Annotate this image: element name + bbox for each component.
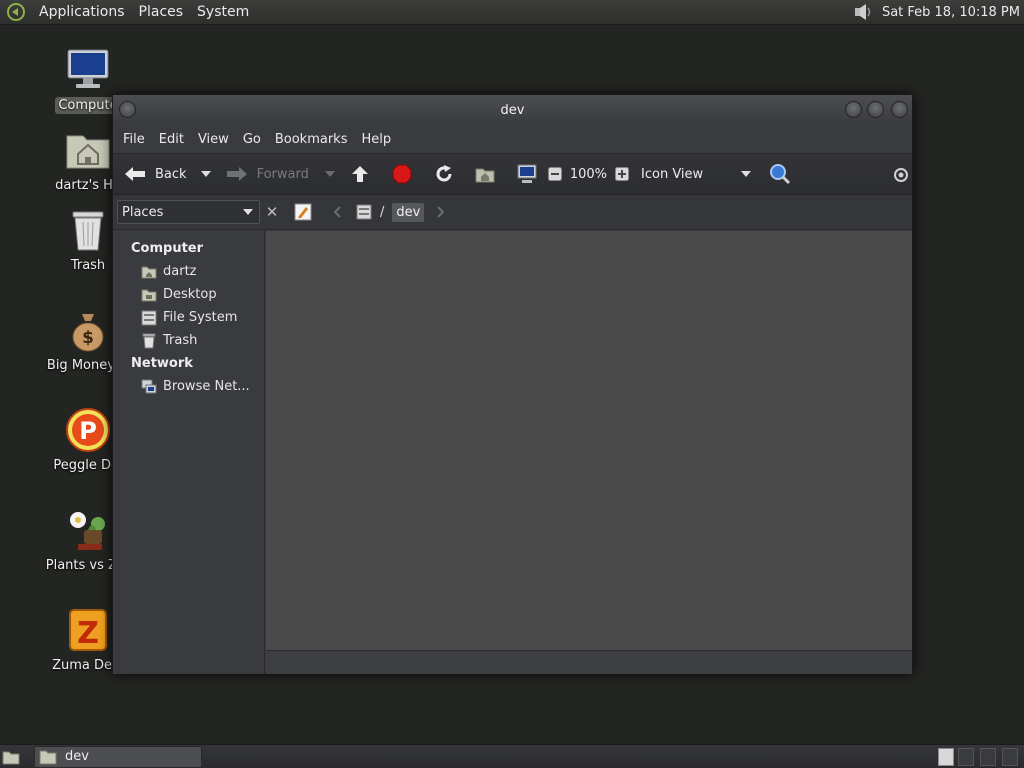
sidebar-item-dartz[interactable]: dartz — [113, 260, 264, 283]
toolbar: Back Forward 100% Icon View — [113, 153, 912, 195]
workspace-3[interactable] — [980, 748, 996, 766]
forward-button[interactable]: Forward — [225, 164, 309, 184]
distro-logo-icon[interactable] — [6, 2, 26, 22]
menu-bookmarks[interactable]: Bookmarks — [268, 132, 355, 147]
applications-menu[interactable]: Applications — [32, 4, 132, 20]
sidebar-item-label: File System — [163, 310, 238, 325]
forward-arrow-icon — [226, 167, 247, 181]
desktop-folder-icon — [141, 289, 157, 301]
minimize-button[interactable] — [845, 101, 862, 118]
location-bar: Places ✕ / dev — [113, 195, 912, 230]
computer-icon — [67, 49, 109, 88]
window-menu-button[interactable] — [119, 101, 136, 118]
back-history-dropdown-icon[interactable] — [200, 170, 211, 178]
plants-icon — [70, 512, 105, 550]
workspace-1[interactable] — [938, 748, 954, 766]
back-arrow-icon — [125, 167, 145, 181]
filesystem-icon — [141, 310, 157, 325]
breadcrumb-left-arrow-icon[interactable] — [334, 206, 342, 218]
svg-text:P: P — [79, 417, 97, 445]
desktop-icon-label: Compute — [55, 97, 121, 114]
window-title: dev — [500, 102, 525, 118]
peggle-icon: P — [66, 408, 110, 452]
sidebar-item-label: Desktop — [163, 287, 217, 302]
stop-icon[interactable] — [392, 164, 412, 184]
chevron-down-icon — [741, 171, 752, 177]
side-pane-label: Places — [122, 204, 164, 220]
reload-icon[interactable] — [434, 164, 454, 184]
show-desktop-icon[interactable] — [2, 748, 20, 766]
edit-location-icon[interactable] — [294, 203, 312, 221]
back-button[interactable]: Back — [123, 164, 187, 184]
workspace-2[interactable] — [958, 748, 974, 766]
folder-icon — [39, 750, 57, 764]
forward-label: Forward — [256, 166, 309, 182]
top-panel: Applications Places System Sat Feb 18, 1… — [0, 0, 1024, 25]
back-label: Back — [155, 166, 187, 182]
menubar: File Edit View Go Bookmarks Help — [113, 125, 912, 153]
breadcrumb-right-arrow-icon[interactable] — [436, 206, 445, 218]
chevron-down-icon — [243, 209, 253, 215]
breadcrumb-current[interactable]: dev — [392, 202, 425, 222]
money-bag-icon: $ — [72, 314, 104, 352]
maximize-button[interactable] — [867, 101, 884, 118]
sidebar-heading-computer: Computer — [131, 241, 204, 256]
menu-help[interactable]: Help — [354, 132, 398, 147]
sidebar-item-label: Trash — [163, 333, 198, 348]
search-icon[interactable] — [769, 163, 791, 185]
bottom-panel: dev — [0, 744, 1024, 768]
close-button[interactable] — [891, 101, 908, 118]
activity-spinner-icon — [894, 168, 908, 182]
zuma-icon: Z — [69, 609, 107, 651]
view-mode-label: Icon View — [641, 166, 704, 182]
file-view-area[interactable] — [266, 231, 912, 650]
up-arrow-icon[interactable] — [350, 164, 370, 184]
system-menu[interactable]: System — [190, 4, 256, 20]
menu-file[interactable]: File — [116, 132, 152, 147]
sidebar-item-browse-network[interactable]: Browse Net... — [113, 375, 264, 398]
computer-icon[interactable] — [516, 163, 538, 185]
home-folder-icon — [141, 266, 157, 278]
sidebar-item-desktop[interactable]: Desktop — [113, 283, 264, 306]
workspace-4[interactable] — [1002, 748, 1018, 766]
filesystem-icon[interactable] — [356, 204, 372, 220]
menu-edit[interactable]: Edit — [152, 132, 191, 147]
window-titlebar[interactable]: dev — [113, 95, 912, 125]
file-manager-window: dev File Edit View Go Bookmarks Help Bac… — [112, 94, 913, 674]
zoom-out-icon[interactable] — [547, 167, 562, 181]
trash-icon — [72, 211, 104, 251]
taskbar-button-dev[interactable]: dev — [34, 745, 202, 768]
sidebar-item-label: Browse Net... — [163, 379, 250, 394]
network-icon — [141, 379, 157, 393]
home-icon[interactable] — [475, 164, 495, 184]
close-side-pane-icon[interactable]: ✕ — [262, 201, 282, 223]
places-menu[interactable]: Places — [132, 4, 191, 20]
status-bar — [266, 650, 912, 674]
sidebar-item-label: dartz — [163, 264, 197, 279]
side-pane-select[interactable]: Places — [117, 200, 260, 224]
volume-icon[interactable] — [852, 2, 874, 22]
svg-text:Z: Z — [77, 616, 99, 651]
sidebar-item-file-system[interactable]: File System — [113, 306, 264, 329]
sidebar-heading-network: Network — [131, 356, 193, 371]
forward-history-dropdown-icon[interactable] — [324, 170, 335, 178]
desktop-icon-label: Trash — [70, 258, 106, 273]
home-folder-icon — [66, 135, 110, 169]
taskbar-button-label: dev — [65, 749, 89, 764]
view-mode-select[interactable]: Icon View — [641, 166, 752, 182]
menu-view[interactable]: View — [191, 132, 236, 147]
clock[interactable]: Sat Feb 18, 10:18 PM — [882, 5, 1020, 20]
zoom-in-icon[interactable] — [615, 167, 630, 181]
trash-icon — [142, 333, 156, 348]
breadcrumb-root[interactable]: / — [380, 205, 384, 220]
svg-text:$: $ — [82, 328, 94, 348]
menu-go[interactable]: Go — [236, 132, 268, 147]
places-sidebar: Computer dartz Desktop File System Trash… — [113, 231, 265, 674]
zoom-level: 100% — [569, 166, 608, 182]
sidebar-item-trash[interactable]: Trash — [113, 329, 264, 352]
